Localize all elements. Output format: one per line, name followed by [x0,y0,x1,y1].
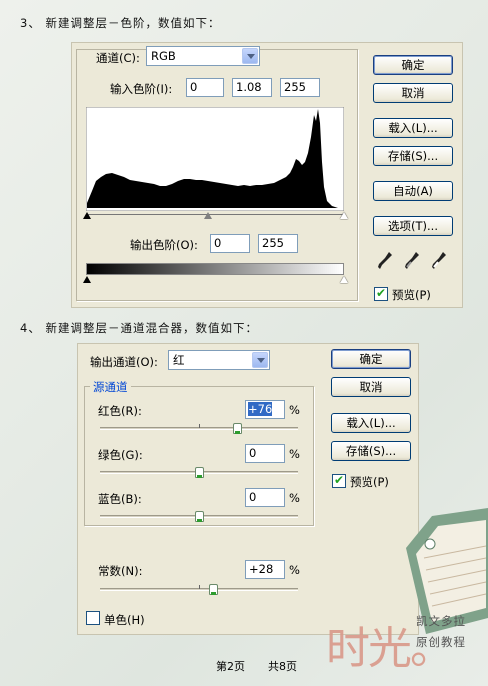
output-levels-label: 输出色阶(O): [130,238,198,252]
output-gradient-bar [86,263,344,275]
channel-mixer-dialog: 输出通道(O): 红 源通道 红色(R): +76 % 绿色(G): 0 % 蓝… [77,343,419,635]
page-number: 第2页 [216,660,245,673]
histogram [86,107,344,211]
monochrome-checkbox[interactable] [86,611,100,625]
red-slider-thumb[interactable] [233,423,242,434]
levels-dialog: 通道(C): RGB 输入色阶(I): 0 1.08 255 输出色阶(O): … [71,42,463,308]
ok-button[interactable]: 确定 [373,55,453,75]
output-black-handle[interactable] [83,276,91,283]
options-button[interactable]: 选项(T)... [373,216,453,236]
input-white-handle[interactable] [340,212,348,219]
input-white-field[interactable]: 255 [280,78,320,97]
load-button[interactable]: 载入(L)... [373,118,453,138]
mixer-cancel-button[interactable]: 取消 [331,377,411,397]
mixer-preview-label: 预览(P) [350,475,389,489]
black-eyedropper-icon[interactable] [377,251,393,271]
channel-select[interactable]: RGB [146,46,260,66]
preview-label: 预览(P) [392,288,431,302]
mixer-load-button[interactable]: 载入(L)... [331,413,411,433]
input-gamma-handle[interactable] [204,212,212,219]
source-channels-title: 源通道 [90,379,131,395]
output-channel-label: 输出通道(O): [90,355,158,369]
output-white-field[interactable]: 255 [258,234,298,253]
white-eyedropper-icon[interactable] [431,251,447,271]
chevron-down-icon[interactable] [252,352,268,368]
red-label: 红色(R): [98,404,142,418]
constant-label: 常数(N): [98,564,143,578]
cancel-button[interactable]: 取消 [373,83,453,103]
output-channel-value: 红 [173,353,185,367]
constant-center-tick [199,585,200,589]
output-black-field[interactable]: 0 [210,234,250,253]
input-slider-track [86,214,344,215]
step4-heading: 4、 新建调整层－通道混合器，数值如下： [20,321,258,335]
green-label: 绿色(G): [98,448,143,462]
mixer-save-button[interactable]: 存储(S)... [331,441,411,461]
green-slider-thumb[interactable] [195,467,204,478]
input-gamma-field[interactable]: 1.08 [232,78,272,97]
auto-button[interactable]: 自动(A) [373,181,453,201]
blue-slider-thumb[interactable] [195,511,204,522]
save-button[interactable]: 存储(S)... [373,146,453,166]
constant-unit: % [289,563,300,577]
green-field[interactable]: 0 [245,444,285,463]
constant-field[interactable]: +28 [245,560,285,579]
output-white-handle[interactable] [340,276,348,283]
red-field[interactable]: +76 [245,400,285,419]
step3-heading: 3、 新建调整层－色阶，数值如下： [20,16,221,30]
channel-label: 通道(C): [96,51,140,65]
gray-eyedropper-icon[interactable] [404,251,420,271]
blue-unit: % [289,491,300,505]
input-black-field[interactable]: 0 [186,78,224,97]
mixer-ok-button[interactable]: 确定 [331,349,411,369]
preview-checkbox[interactable] [374,286,388,301]
blue-label: 蓝色(B): [98,492,142,506]
channel-value: RGB [151,49,176,63]
red-value: +76 [248,402,273,416]
output-channel-select[interactable]: 红 [168,350,270,370]
watermark-logo: 时光。 [326,623,454,674]
input-black-handle[interactable] [83,212,91,219]
mixer-preview-checkbox[interactable] [332,473,346,488]
red-unit: % [289,403,300,417]
monochrome-label: 单色(H) [104,613,145,627]
input-levels-label: 输入色阶(I): [110,82,173,96]
constant-slider-thumb[interactable] [209,584,218,595]
green-unit: % [289,447,300,461]
chevron-down-icon[interactable] [242,48,258,64]
page-total: 共8页 [268,660,297,673]
blue-field[interactable]: 0 [245,488,285,507]
red-center-tick [199,424,200,428]
